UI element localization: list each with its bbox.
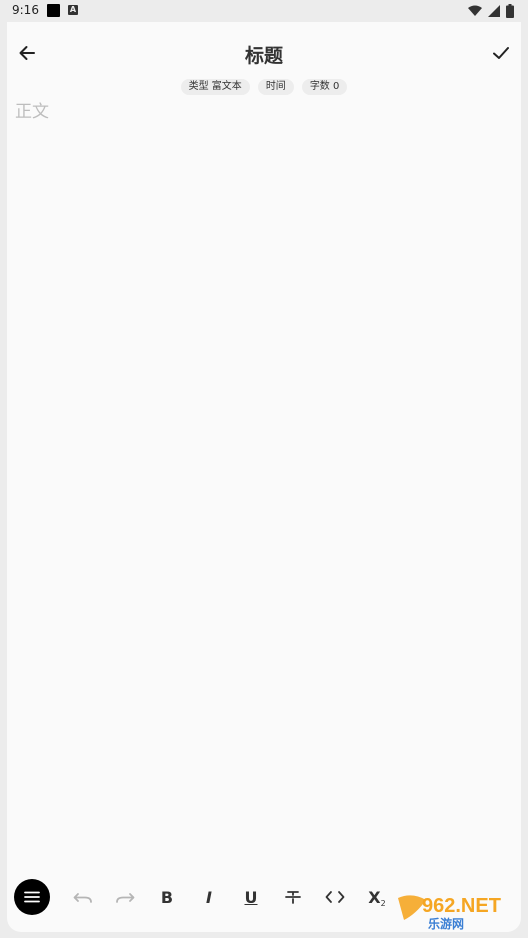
subscript-sub-label: 2 (380, 898, 386, 908)
underline-label: U (244, 887, 258, 907)
signal-icon (488, 5, 500, 17)
strikethrough-icon (285, 891, 301, 904)
status-icons (468, 3, 514, 19)
bold-button[interactable]: B (146, 878, 188, 916)
strikethrough-button[interactable] (272, 878, 314, 916)
time-chip: 时间 (257, 79, 294, 95)
subscript-label: X (368, 887, 381, 907)
page-title[interactable]: 标题 (0, 41, 528, 68)
format-toolbar: B I U X2 (14, 878, 398, 916)
code-button[interactable] (314, 878, 356, 916)
undo-icon (73, 893, 92, 903)
type-chip: 类型 富文本 (180, 79, 250, 95)
watermark-logo-text: 962.NET (422, 895, 501, 917)
note-meta-row: 类型 富文本 时间 字数 0 (0, 79, 528, 95)
bold-label: B (160, 887, 174, 907)
watermark-site-text: 乐游网 (428, 917, 465, 931)
status-time: 9:16 (12, 3, 39, 17)
italic-label: I (206, 887, 212, 907)
notification-a-icon: A (68, 5, 78, 15)
status-bar: 9:16 A (0, 0, 528, 22)
menu-lines-icon (24, 891, 40, 903)
confirm-button[interactable] (488, 40, 514, 66)
watermark: 962.NET 乐游网 (392, 890, 524, 934)
redo-icon (116, 893, 135, 903)
underline-button[interactable]: U (230, 878, 272, 916)
menu-button[interactable] (14, 879, 50, 915)
notification-square-icon (47, 4, 60, 17)
word-count-chip: 字数 0 (301, 79, 348, 95)
battery-icon (506, 4, 514, 18)
undo-button[interactable] (62, 878, 104, 916)
check-icon (493, 47, 509, 59)
redo-button[interactable] (104, 878, 146, 916)
body-input[interactable] (15, 97, 495, 857)
code-brackets-icon (325, 891, 345, 903)
italic-button[interactable]: I (188, 878, 230, 916)
wifi-icon (468, 5, 482, 16)
